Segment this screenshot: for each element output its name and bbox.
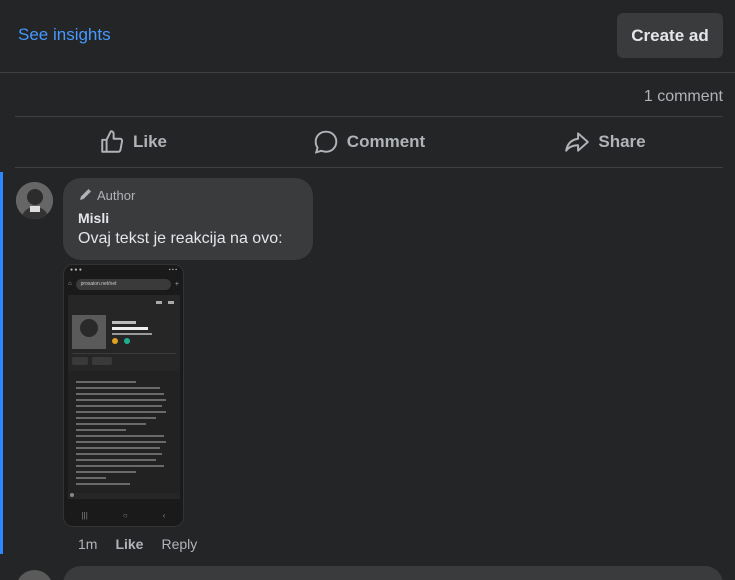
share-button[interactable]: Share (487, 117, 723, 167)
share-label: Share (598, 132, 646, 151)
avatar-image (16, 182, 53, 219)
phone-page-content (68, 295, 180, 499)
top-bar: See insights Create ad (0, 0, 735, 73)
phone-nav-bar: ||| ○ ‹ (81, 510, 166, 520)
comment-meta: 1m Like Reply (78, 536, 197, 552)
comment-text: Ovaj tekst je reakcija na ovo: (78, 230, 283, 247)
avatar[interactable] (16, 182, 53, 219)
pen-icon (80, 189, 91, 200)
comment-like-link[interactable]: Like (115, 536, 143, 552)
comment-author-name[interactable]: Misli (78, 210, 298, 226)
thumbs-up-icon (101, 130, 124, 153)
see-insights-link[interactable]: See insights (18, 25, 111, 45)
current-user-avatar (16, 570, 53, 580)
comment-count[interactable]: 1 comment (644, 88, 723, 106)
phone-url-text: prosaion.net/net (75, 278, 171, 290)
author-badge-label: Author (97, 187, 136, 203)
create-ad-button[interactable]: Create ad (617, 13, 723, 58)
like-label: Like (132, 132, 168, 151)
phone-url-bar: ⌂ prosaion.net/net + (68, 278, 179, 290)
thread-highlight-bar (0, 172, 3, 554)
write-comment-input[interactable] (63, 566, 723, 580)
attachment-image[interactable]: ● ● ● ▪ ▪ ▪ ⌂ prosaion.net/net + ||| ○ ‹ (63, 264, 184, 527)
author-badge: Author (78, 186, 298, 204)
post-actions: Like Comment Share (15, 117, 723, 167)
comment-reply-link[interactable]: Reply (161, 536, 197, 552)
comment-time[interactable]: 1m (78, 536, 97, 552)
phone-status-bar: ● ● ● ▪ ▪ ▪ (70, 267, 177, 273)
comment-button[interactable]: Comment (251, 117, 487, 167)
like-button[interactable]: Like (15, 117, 251, 167)
comment-label: Comment (346, 132, 426, 151)
comment-bubble-icon (314, 130, 338, 154)
comment-bubble: Author Misli Ovaj tekst je reakcija na o… (63, 178, 313, 260)
divider (15, 167, 723, 168)
share-arrow-icon (565, 132, 590, 152)
